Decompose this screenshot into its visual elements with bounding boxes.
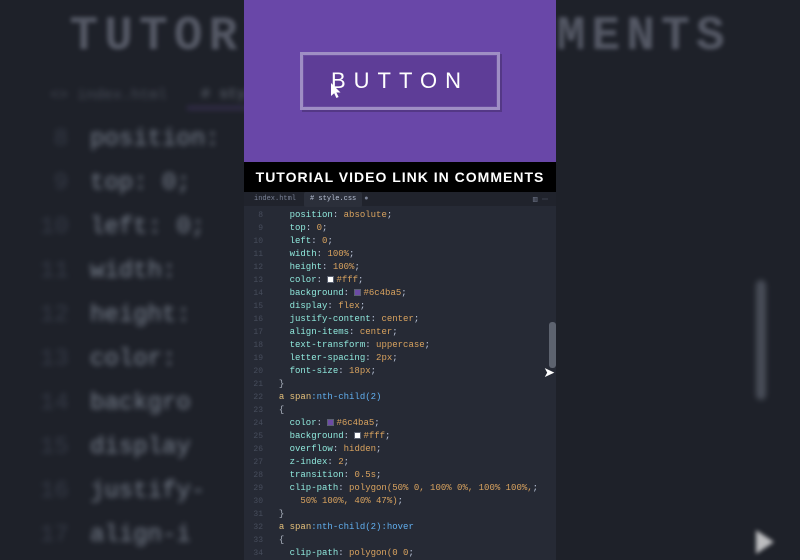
- fg-titlebar-controls: ▥ ⋯: [532, 193, 552, 206]
- code-line: height: 100%;: [268, 261, 554, 274]
- mouse-cursor-icon: ➤: [543, 365, 555, 382]
- line-number: 31: [244, 508, 263, 521]
- line-number: 15: [244, 300, 263, 313]
- bg-code-line: 9top: 0;: [40, 162, 220, 206]
- line-number: 28: [244, 469, 263, 482]
- line-number: 32: [244, 521, 263, 534]
- bg-code-line: 14backgro: [40, 382, 220, 426]
- line-number: 19: [244, 352, 263, 365]
- play-icon[interactable]: [756, 530, 774, 554]
- fg-tab-label: style.css: [318, 195, 356, 203]
- line-number: 33: [244, 534, 263, 547]
- line-number: 27: [244, 456, 263, 469]
- line-number: 22: [244, 391, 263, 404]
- code-line: }: [268, 378, 554, 391]
- code-line: color: #fff;: [268, 274, 554, 287]
- fg-tab-index-html[interactable]: index.html: [248, 192, 302, 207]
- bg-scrollbar-thumb[interactable]: [756, 280, 766, 400]
- code-line: letter-spacing: 2px;: [268, 352, 554, 365]
- code-line: {: [268, 404, 554, 417]
- close-icon[interactable]: ●: [364, 193, 368, 206]
- line-number: 12: [244, 261, 263, 274]
- line-number: 16: [244, 313, 263, 326]
- bg-code-line: 10left: 0;: [40, 206, 220, 250]
- banner-text: TUTORIAL VIDEO LINK IN COMMENTS: [256, 169, 545, 185]
- code-line: {: [268, 534, 554, 547]
- code-line: a span:nth-child(2):hover: [268, 521, 554, 534]
- fg-code-block[interactable]: position: absolute; top: 0; left: 0; wid…: [268, 206, 556, 560]
- bg-code-line: 16justify-: [40, 470, 220, 514]
- fg-editor-body: 8910111213141516171819202122232425262728…: [244, 206, 556, 560]
- fg-tab-row: index.html # style.css ● ▥ ⋯: [244, 192, 556, 206]
- line-number: 11: [244, 248, 263, 261]
- line-number: 18: [244, 339, 263, 352]
- code-line: top: 0;: [268, 222, 554, 235]
- line-number: 34: [244, 547, 263, 560]
- line-number: 21: [244, 378, 263, 391]
- demo-button-zone: BUTTON: [244, 0, 556, 162]
- line-number: 23: [244, 404, 263, 417]
- banner-strip: TUTORIAL VIDEO LINK IN COMMENTS: [244, 162, 556, 192]
- bg-tab-index-html[interactable]: <> index.html: [36, 83, 181, 108]
- fg-scrollbar-thumb[interactable]: [549, 322, 556, 368]
- line-number: 8: [244, 209, 263, 222]
- bg-tab-label: index.html: [77, 87, 167, 104]
- code-line: font-size: 18px;: [268, 365, 554, 378]
- line-number: 9: [244, 222, 263, 235]
- cursor-icon: [331, 83, 343, 99]
- line-number: 10: [244, 235, 263, 248]
- demo-button-label: BUTTON: [331, 68, 469, 94]
- code-line: z-index: 2;: [268, 456, 554, 469]
- fg-tab-style-css[interactable]: # style.css: [304, 192, 362, 207]
- line-number: 26: [244, 443, 263, 456]
- line-number: 24: [244, 417, 263, 430]
- line-number: 17: [244, 326, 263, 339]
- code-line: overflow: hidden;: [268, 443, 554, 456]
- code-line: justify-content: center;: [268, 313, 554, 326]
- line-number: 30: [244, 495, 263, 508]
- line-number: 14: [244, 287, 263, 300]
- bg-code-line: 17align-i: [40, 514, 220, 558]
- bg-code-line: 12height:: [40, 294, 220, 338]
- code-line: }: [268, 508, 554, 521]
- code-line: color: #6c4ba5;: [268, 417, 554, 430]
- foreground-editor: index.html # style.css ● ▥ ⋯ 89101112131…: [244, 192, 556, 560]
- code-line: transition: 0.5s;: [268, 469, 554, 482]
- line-number-gutter: 8910111213141516171819202122232425262728…: [244, 206, 268, 560]
- code-line: clip-path: polygon(0 0;: [268, 547, 554, 560]
- bg-code-block: 8position:9top: 0;10left: 0;11width:12he…: [40, 118, 220, 560]
- screenshot-root: TUTORIAL — COMMENTS <> index.html # styl…: [0, 0, 800, 560]
- code-line: position: absolute;: [268, 209, 554, 222]
- bg-code-line: 13color:: [40, 338, 220, 382]
- css-icon: #: [201, 86, 210, 103]
- line-number: 20: [244, 365, 263, 378]
- code-line: clip-path: polygon(50% 0, 100% 0%, 100% …: [268, 482, 554, 495]
- line-number: 29: [244, 482, 263, 495]
- more-icon[interactable]: ⋯: [542, 193, 548, 206]
- code-line: display: flex;: [268, 300, 554, 313]
- fg-tab-label: index.html: [254, 195, 296, 203]
- code-line: left: 0;: [268, 235, 554, 248]
- demo-button[interactable]: BUTTON: [300, 52, 500, 110]
- split-editor-icon[interactable]: ▥: [532, 193, 538, 206]
- bg-code-line: 15display: [40, 426, 220, 470]
- code-line: background: #6c4ba5;: [268, 287, 554, 300]
- bg-code-line: 11width:: [40, 250, 220, 294]
- css-icon: #: [310, 195, 314, 203]
- code-line: background: #fff;: [268, 430, 554, 443]
- line-number: 13: [244, 274, 263, 287]
- code-line: width: 100%;: [268, 248, 554, 261]
- code-line: text-transform: uppercase;: [268, 339, 554, 352]
- code-line: align-items: center;: [268, 326, 554, 339]
- bg-code-line: 8position:: [40, 118, 220, 162]
- code-line: 50% 100%, 40% 47%);: [268, 495, 554, 508]
- code-line: a span:nth-child(2): [268, 391, 554, 404]
- line-number: 25: [244, 430, 263, 443]
- html-icon: <>: [50, 87, 68, 104]
